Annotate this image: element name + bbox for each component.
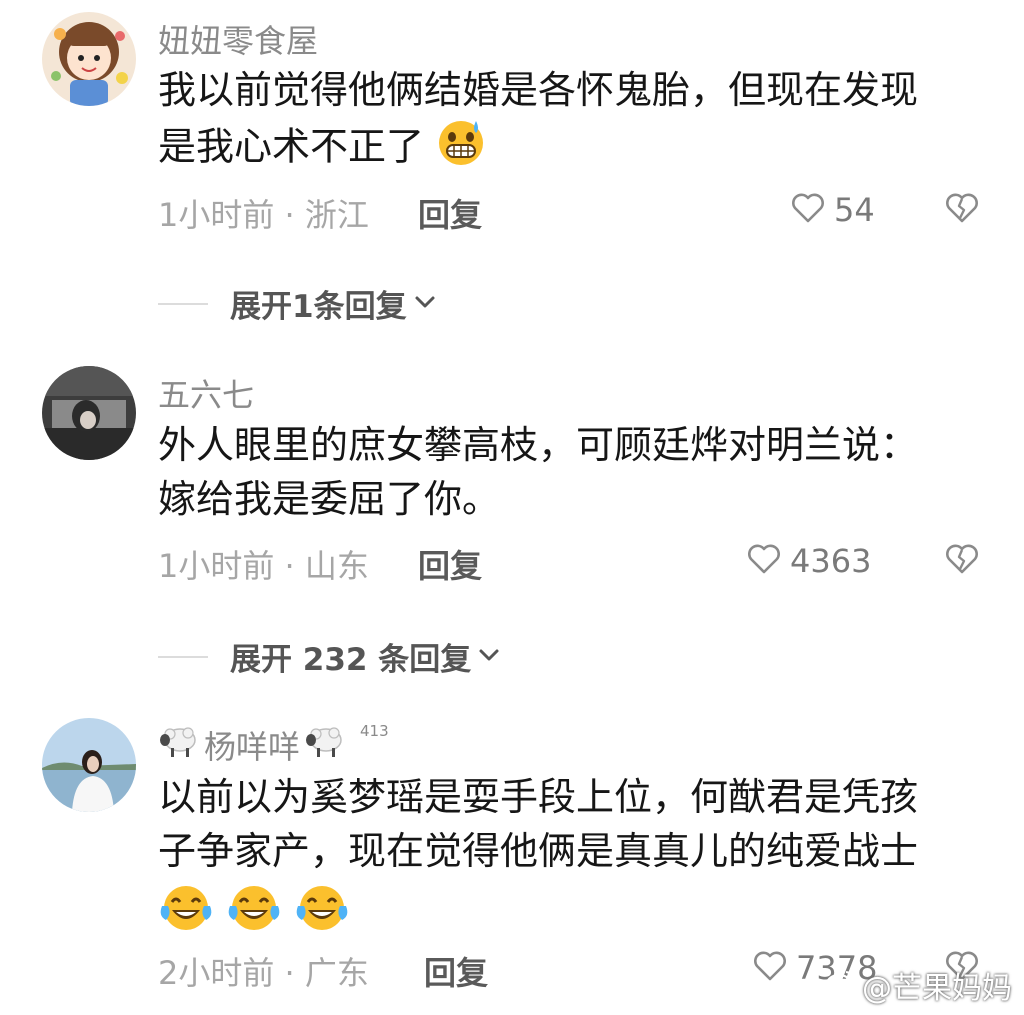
tears-of-joy-emoji-icon (226, 882, 282, 948)
expand-replies[interactable]: 展开1条回复 (158, 281, 439, 326)
username[interactable]: 五六七 (158, 370, 254, 416)
divider (158, 655, 208, 658)
expand-replies-label: 展开1条回复 (230, 289, 407, 325)
broken-heart-icon (944, 544, 980, 581)
comment-text-line: 我以前觉得他俩结婚是各怀鬼胎，但现在发现 (158, 68, 919, 112)
avatar[interactable] (42, 12, 136, 106)
dislike-button[interactable] (944, 541, 980, 581)
comment-text-line: 以前以为奚梦瑶是耍手段上位，何猷君是凭孩 (158, 775, 919, 819)
chevron-down-icon (475, 641, 503, 673)
expand-replies[interactable]: 展开 232 条回复 (158, 634, 503, 679)
chevron-down-icon (411, 288, 439, 320)
comment-text-line: 是我心术不正了 (158, 117, 958, 181)
watermark-text: @芒果妈妈 (862, 971, 1012, 1006)
grin-sweat-emoji-icon (436, 117, 486, 181)
expand-replies-label: 展开 232 条回复 (230, 642, 472, 678)
heart-outline-icon (746, 541, 782, 581)
comment-text: 我以前觉得他俩结婚是各怀鬼胎，但现在发现 是我心术不正了 (158, 63, 958, 181)
weibo-logo-icon (825, 968, 856, 1003)
level-badge: 413 (360, 722, 389, 740)
comment-text-line: 子争家产，现在觉得他俩是真真儿的纯爱战士 (158, 829, 919, 873)
like-count: 54 (834, 191, 875, 229)
username-text: 杨咩咩 (204, 728, 301, 766)
username[interactable]: 杨咩咩 413 (158, 722, 389, 768)
watermark: @芒果妈妈 (825, 963, 1012, 1007)
sheep-emoji-icon (304, 722, 346, 768)
timestamp-location: 1小时前 · 浙江 (158, 196, 369, 234)
avatar[interactable] (42, 718, 136, 812)
dislike-button[interactable] (944, 190, 980, 230)
like-button[interactable]: 54 (790, 190, 875, 230)
timestamp-location: 1小时前 · 山东 (158, 547, 369, 585)
username[interactable]: 妞妞零食屋 (158, 16, 318, 62)
timestamp-location: 2小时前 · 广东 (158, 954, 369, 992)
like-count: 4363 (790, 542, 872, 580)
tears-of-joy-emoji-icon (158, 882, 214, 948)
comment-text-line: 外人眼里的庶女攀高枝，可顾廷烨对明兰说： (158, 423, 919, 467)
reply-button[interactable]: 回复 (418, 190, 482, 236)
comment-text: 外人眼里的庶女攀高枝，可顾廷烨对明兰说： 嫁给我是委屈了你。 (158, 418, 958, 526)
comment-text: 以前以为奚梦瑶是耍手段上位，何猷君是凭孩 子争家产，现在觉得他俩是真真儿的纯爱战… (158, 770, 958, 948)
sheep-emoji-icon (158, 722, 200, 768)
comment-text-line: 嫁给我是委屈了你。 (158, 477, 501, 521)
heart-outline-icon (790, 190, 826, 230)
heart-outline-icon (752, 948, 788, 988)
like-button[interactable]: 4363 (746, 541, 871, 581)
avatar[interactable] (42, 366, 136, 460)
reply-button[interactable]: 回复 (418, 541, 482, 587)
broken-heart-icon (944, 193, 980, 230)
divider (158, 302, 208, 305)
emoji-row (158, 882, 958, 948)
tears-of-joy-emoji-icon (294, 882, 350, 948)
reply-button[interactable]: 回复 (424, 948, 488, 994)
